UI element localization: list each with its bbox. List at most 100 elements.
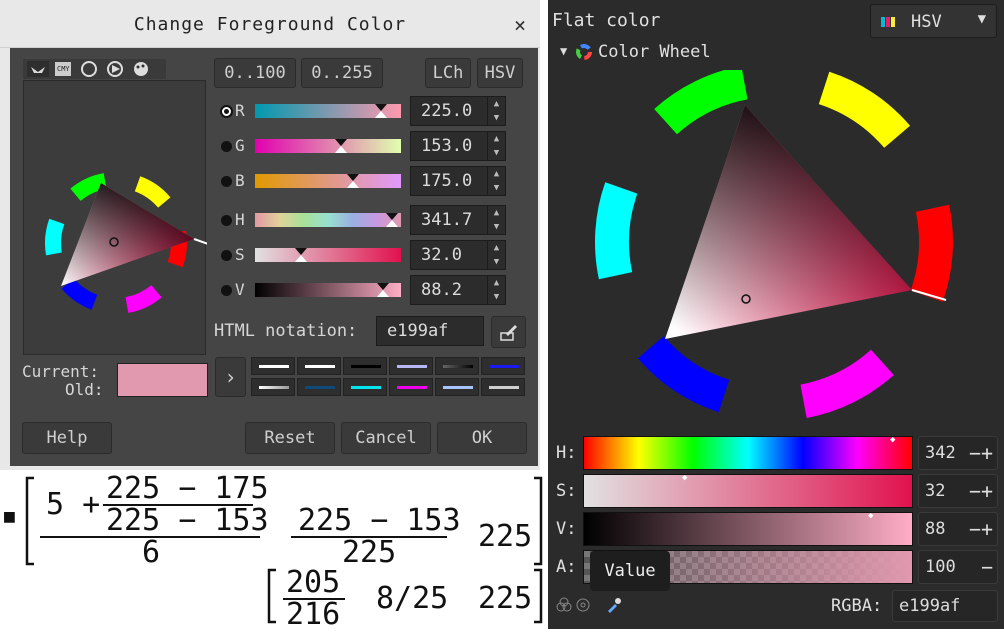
color-picker-button[interactable] <box>491 316 526 348</box>
hue-value[interactable]: 342 −+ <box>918 436 998 470</box>
hue-stepper[interactable]: −+ <box>969 437 993 469</box>
reset-button[interactable]: Reset <box>245 422 335 454</box>
channel-r-value[interactable]: 225.0 ▲ ▼ <box>410 96 506 126</box>
target-icon[interactable] <box>575 597 591 613</box>
rgba-input[interactable]: e199af <box>892 590 998 622</box>
history-swatch[interactable] <box>343 357 387 375</box>
panel-title: Flat color <box>552 10 661 31</box>
history-swatch[interactable] <box>343 378 387 396</box>
dialog-title: Change Foreground Color <box>133 14 407 35</box>
history-swatch[interactable] <box>297 378 341 396</box>
a-label: A: <box>556 557 577 577</box>
add-to-history-button[interactable]: › <box>215 357 246 397</box>
collapse-triangle-icon: ▼ <box>560 44 568 58</box>
eyedropper-icon <box>499 325 517 341</box>
close-icon[interactable]: × <box>514 13 526 37</box>
color-model-dropdown[interactable]: HSV ▼ <box>870 4 997 38</box>
dialog-titlebar: Change Foreground Color × <box>0 0 540 48</box>
hsv-button[interactable]: HSV <box>477 58 523 88</box>
saturation-handle[interactable]: ◆ <box>682 473 687 483</box>
history-swatch[interactable] <box>251 357 295 375</box>
channel-s-value[interactable]: 32.0 ▲ ▼ <box>410 240 506 270</box>
history-swatch[interactable] <box>389 378 433 396</box>
selector-tabs: CMY <box>23 59 166 79</box>
history-swatch[interactable] <box>389 357 433 375</box>
eyedropper-icon[interactable] <box>605 596 623 614</box>
color-wheel[interactable] <box>24 81 212 356</box>
history-swatch[interactable] <box>251 378 295 396</box>
color-mix-icon[interactable] <box>556 597 572 613</box>
channel-v-slider[interactable] <box>255 283 401 297</box>
channel-b-value[interactable]: 175.0 ▲ ▼ <box>410 166 506 196</box>
channel-v-radio[interactable] <box>221 285 232 296</box>
saturation-slider[interactable]: ◆ <box>583 473 913 508</box>
s-label: S: <box>556 481 577 501</box>
channel-h-value[interactable]: 341.7 ▲ ▼ <box>410 205 506 235</box>
channel-b-label: B <box>235 171 245 190</box>
section-title: Color Wheel <box>598 42 711 62</box>
math-frac-den-a: 225 − 153 <box>106 503 269 538</box>
channel-g-radio[interactable] <box>221 141 232 152</box>
channel-g-value[interactable]: 153.0 ▲ ▼ <box>410 131 506 161</box>
math-expression: ■ 5 + 225 − 175 225 − 153 6 225 − 153 22… <box>0 470 548 630</box>
hue-slider[interactable]: ◆ <box>583 435 913 470</box>
channel-b-radio[interactable] <box>221 176 232 187</box>
channel-b-spin-arrows[interactable]: ▲ ▼ <box>487 167 505 195</box>
big-color-wheel[interactable] <box>548 70 1004 430</box>
math-five-plus: 5 + <box>46 487 101 522</box>
history-swatch[interactable] <box>297 357 341 375</box>
html-notation-label: HTML notation: <box>214 321 358 341</box>
chevron-down-icon: ▼ <box>977 11 986 27</box>
color-wheel-panel[interactable] <box>23 80 212 356</box>
h-label: H: <box>556 443 577 463</box>
channel-g-slider[interactable] <box>255 139 401 153</box>
value-value[interactable]: 88 −+ <box>918 512 998 546</box>
channel-s-slider[interactable] <box>255 248 401 262</box>
help-button[interactable]: Help <box>22 422 112 454</box>
html-notation-input[interactable]: e199af <box>376 316 484 346</box>
channel-r-radio[interactable] <box>220 105 233 118</box>
range-0-255-button[interactable]: 0..255 <box>301 58 383 88</box>
channel-s-spin-arrows[interactable]: ▲ ▼ <box>487 241 505 269</box>
range-0-100-button[interactable]: 0..100 <box>214 58 296 88</box>
tooltip: Value <box>590 551 670 591</box>
current-color-swatch <box>117 363 208 397</box>
history-swatch[interactable] <box>435 378 479 396</box>
channel-v-value[interactable]: 88.2 ▲ ▼ <box>410 275 506 305</box>
math-result-last: 225 <box>478 581 533 616</box>
current-label: Current: <box>22 362 100 381</box>
color-wheel-icon <box>576 44 592 60</box>
saturation-value[interactable]: 32 −+ <box>918 474 998 508</box>
channel-h-spin-arrows[interactable]: ▲ ▼ <box>487 206 505 234</box>
saturation-stepper[interactable]: −+ <box>969 475 993 507</box>
channel-h-radio[interactable] <box>221 215 232 226</box>
channel-s-radio[interactable] <box>221 250 232 261</box>
channel-h-slider[interactable] <box>255 213 401 227</box>
channel-r-slider[interactable] <box>255 104 401 118</box>
rgba-label: RGBA: <box>831 596 883 616</box>
math-result-num: 205 <box>286 565 341 600</box>
channel-s-label: S <box>235 245 245 264</box>
math-c: 225 <box>478 519 533 554</box>
value-handle[interactable]: ◆ <box>868 511 873 521</box>
history-swatch[interactable] <box>435 357 479 375</box>
history-swatch[interactable] <box>481 378 525 396</box>
channel-h-label: H <box>235 210 245 229</box>
lch-button[interactable]: LCh <box>425 58 471 88</box>
cancel-button[interactable]: Cancel <box>341 422 431 454</box>
alpha-value[interactable]: 100− <box>918 550 998 584</box>
math-six: 6 <box>142 535 161 570</box>
channel-v-spin-arrows[interactable]: ▲ ▼ <box>487 276 505 304</box>
value-slider[interactable]: ◆ <box>583 511 913 546</box>
math-frac-num-b: 225 − 153 <box>298 503 461 538</box>
channel-b-slider[interactable] <box>255 174 401 188</box>
alpha-stepper[interactable]: − <box>981 551 993 583</box>
dialog-body: CMY 0..100 0..255 LCh HSV R 225.0 ▲ ▼ G … <box>10 48 538 466</box>
ok-button[interactable]: OK <box>437 422 527 454</box>
history-swatch[interactable] <box>481 357 525 375</box>
channel-g-spin-arrows[interactable]: ▲ ▼ <box>487 132 505 160</box>
old-label: Old: <box>65 380 104 399</box>
value-stepper[interactable]: −+ <box>969 513 993 545</box>
hue-handle[interactable]: ◆ <box>890 435 895 445</box>
channel-r-spin-arrows[interactable]: ▲ ▼ <box>487 97 505 125</box>
